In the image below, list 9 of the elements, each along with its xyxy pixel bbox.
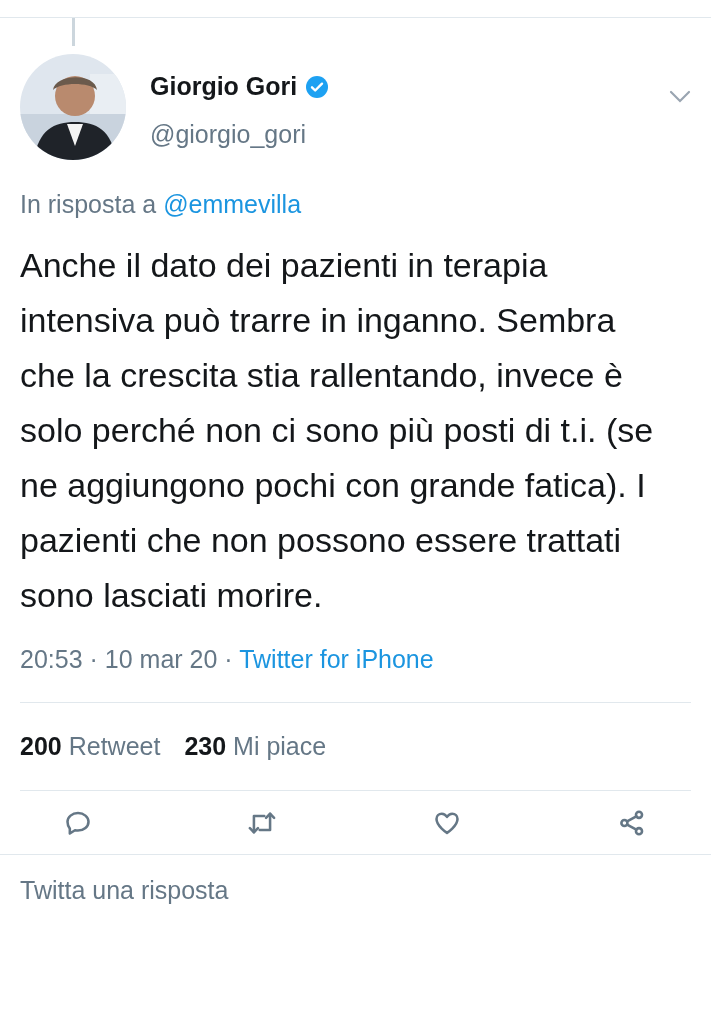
- author-name: Giorgio Gori: [150, 71, 298, 102]
- tweet-meta: 20:53 · 10 mar 20 · Twitter for iPhone: [20, 643, 435, 675]
- tweet-text: Anche il dato dei pazienti in terapia intensiva può trarre in inganno. Sembra che la crescita stia rallentando, invece è solo perché non ci sono più posti di t.i. (se ne aggiungono pochi con grande fatica). I pazienti che non possono essere trattati sono lasciati morire.: [20, 244, 655, 616]
- reply-field[interactable]: Twitta una risposta: [20, 865, 691, 915]
- stat-count[interactable]: 200 Retweet: [20, 727, 161, 766]
- chevron-down-icon[interactable]: [669, 90, 691, 104]
- stat-count[interactable]: 230 Mi piace: [184, 727, 327, 766]
- author-handle: @giorgio_gori: [150, 118, 308, 150]
- reply-context: In risposta a @emmevilla: [20, 189, 303, 220]
